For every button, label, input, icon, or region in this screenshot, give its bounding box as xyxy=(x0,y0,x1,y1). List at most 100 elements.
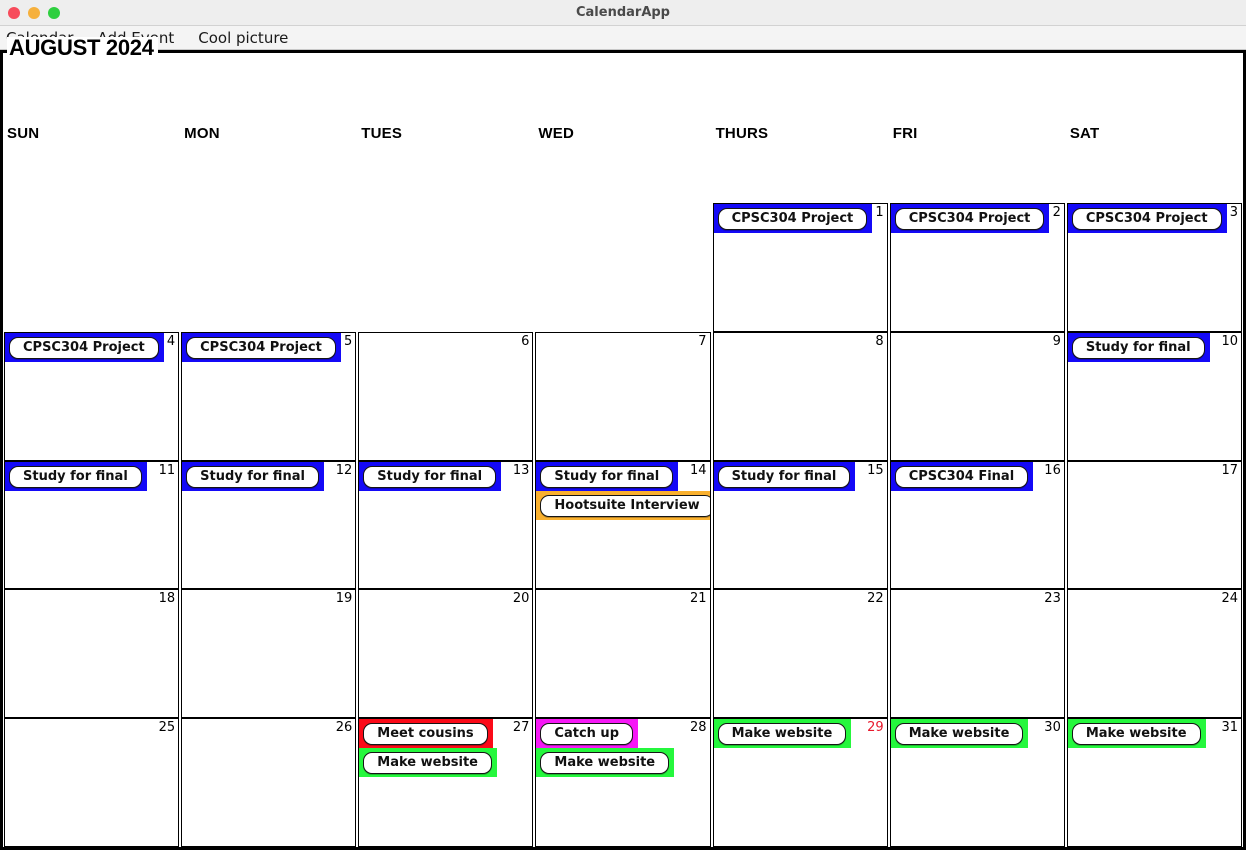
day-cell-8[interactable]: 8 xyxy=(712,331,888,461)
day-number-14: 14 xyxy=(690,462,707,478)
event-band[interactable]: CPSC304 Project xyxy=(890,204,1050,233)
event-label[interactable]: Study for final xyxy=(717,465,851,488)
event-list: Make website xyxy=(890,719,1064,749)
day-cell-20[interactable]: 20 xyxy=(358,589,534,719)
day-cell-23[interactable]: 23 xyxy=(889,589,1065,719)
event-label[interactable]: Make website xyxy=(1071,723,1201,746)
day-cell-21[interactable]: 21 xyxy=(535,589,711,719)
day-cell-30[interactable]: 30 Make website xyxy=(889,718,1065,847)
event-label[interactable]: CPSC304 Project xyxy=(894,208,1045,230)
day-column-empty xyxy=(180,203,357,332)
event-label[interactable]: Catch up xyxy=(540,723,633,746)
event-band[interactable]: Make website xyxy=(359,748,497,778)
day-column: 14 Study for final Hootsuite Interview xyxy=(534,460,711,590)
event-label[interactable]: Meet cousins xyxy=(363,723,488,746)
event-label[interactable]: Study for final xyxy=(540,465,674,488)
day-column: 7 xyxy=(534,331,711,461)
day-cell-9[interactable]: 9 xyxy=(889,331,1065,461)
day-number-19: 19 xyxy=(335,591,353,607)
event-label[interactable]: Make website xyxy=(894,723,1024,746)
event-label[interactable]: Make website xyxy=(717,723,847,746)
day-column: 22 xyxy=(712,589,889,719)
event-label[interactable]: Make website xyxy=(363,752,492,775)
event-label[interactable]: Study for final xyxy=(363,465,497,488)
day-cell-4[interactable]: 4 CPSC304 Project xyxy=(4,331,180,461)
day-number-27: 27 xyxy=(512,720,530,736)
event-band[interactable]: Make website xyxy=(1067,719,1206,749)
day-cell-blank xyxy=(358,203,533,332)
day-cell-28[interactable]: 28 Catch up Make website xyxy=(535,718,711,847)
day-cell-19[interactable]: 19 xyxy=(181,589,357,719)
day-column: 1 CPSC304 Project xyxy=(712,203,889,332)
day-cell-5[interactable]: 5 CPSC304 Project xyxy=(181,331,357,461)
event-band[interactable]: Meet cousins xyxy=(359,719,493,749)
day-column: 8 xyxy=(712,331,889,461)
event-band[interactable]: Study for final xyxy=(182,461,324,491)
day-cell-16[interactable]: 16 CPSC304 Final xyxy=(889,460,1065,590)
day-cell-25[interactable]: 25 xyxy=(4,718,180,847)
event-band[interactable]: Catch up xyxy=(536,719,638,749)
day-cell-31[interactable]: 31 Make website xyxy=(1066,718,1242,847)
day-column: 10 Study for final xyxy=(1066,331,1243,461)
day-cell-14[interactable]: 14 Study for final Hootsuite Interview xyxy=(535,460,711,590)
day-column: 18 xyxy=(3,589,180,719)
event-band[interactable]: Study for final xyxy=(5,461,147,491)
event-label[interactable]: Make website xyxy=(540,752,670,775)
day-cell-17[interactable]: 17 xyxy=(1066,460,1242,590)
event-band[interactable]: CPSC304 Final xyxy=(890,461,1034,491)
day-cell-2[interactable]: 2 CPSC304 Project xyxy=(889,203,1065,332)
event-band[interactable]: Hootsuite Interview xyxy=(536,490,710,520)
day-column: 26 xyxy=(180,718,357,847)
day-cell-1[interactable]: 1 CPSC304 Project xyxy=(712,203,888,332)
day-number-8: 8 xyxy=(875,333,884,349)
window-title: CalendarApp xyxy=(575,5,670,20)
day-cell-26[interactable]: 26 xyxy=(181,718,357,847)
event-list: CPSC304 Project xyxy=(182,332,355,362)
event-band[interactable]: CPSC304 Project xyxy=(5,332,164,362)
event-band[interactable]: CPSC304 Project xyxy=(713,204,873,233)
event-label[interactable]: Study for final xyxy=(9,465,142,488)
day-column: 29 Make website xyxy=(712,718,889,847)
day-cell-13[interactable]: 13 Study for final xyxy=(358,460,534,590)
day-cell-6[interactable]: 6 xyxy=(358,331,534,461)
event-band[interactable]: Study for final xyxy=(713,461,856,491)
event-label[interactable]: Hootsuite Interview xyxy=(540,494,710,517)
day-cell-11[interactable]: 11 Study for final xyxy=(4,460,180,590)
weekday-label-thurs: THURS xyxy=(715,125,769,142)
event-band[interactable]: CPSC304 Project xyxy=(1067,204,1227,233)
day-cell-blank xyxy=(4,203,179,332)
menu-item-cool-picture[interactable]: Cool picture xyxy=(198,29,288,47)
event-label[interactable]: CPSC304 Final xyxy=(894,465,1029,488)
day-number-4: 4 xyxy=(166,333,176,349)
event-label[interactable]: CPSC304 Project xyxy=(9,336,159,359)
event-band[interactable]: CPSC304 Project xyxy=(182,332,341,362)
event-band[interactable]: Make website xyxy=(713,719,852,749)
event-list: Meet cousins Make website xyxy=(359,719,532,778)
event-label[interactable]: CPSC304 Project xyxy=(1071,208,1222,230)
day-number-5: 5 xyxy=(344,333,353,349)
day-number-1: 1 xyxy=(875,205,884,220)
day-cell-3[interactable]: 3 CPSC304 Project xyxy=(1066,203,1242,332)
event-label[interactable]: CPSC304 Project xyxy=(186,336,336,359)
day-cell-15[interactable]: 15 Study for final xyxy=(712,460,888,590)
day-cell-blank xyxy=(181,203,356,332)
event-band[interactable]: Study for final xyxy=(359,461,502,491)
day-cell-29[interactable]: 29 Make website xyxy=(712,718,888,847)
event-band[interactable]: Study for final xyxy=(1067,332,1210,362)
day-column: 30 Make website xyxy=(889,718,1066,847)
event-label[interactable]: Study for final xyxy=(1071,336,1205,359)
day-cell-24[interactable]: 24 xyxy=(1066,589,1242,719)
event-band[interactable]: Make website xyxy=(536,748,675,778)
event-label[interactable]: Study for final xyxy=(186,465,319,488)
day-cell-27[interactable]: 27 Meet cousins Make website xyxy=(358,718,534,847)
day-cell-10[interactable]: 10 Study for final xyxy=(1066,331,1242,461)
day-cell-7[interactable]: 7 xyxy=(535,331,711,461)
day-cell-12[interactable]: 12 Study for final xyxy=(181,460,357,590)
day-cell-22[interactable]: 22 xyxy=(712,589,888,719)
day-cell-18[interactable]: 18 xyxy=(4,589,180,719)
event-band[interactable]: Make website xyxy=(890,719,1029,749)
event-label[interactable]: CPSC304 Project xyxy=(717,208,868,230)
event-band[interactable]: Study for final xyxy=(536,461,679,491)
day-number-3: 3 xyxy=(1229,205,1238,220)
day-column: 23 xyxy=(889,589,1066,719)
